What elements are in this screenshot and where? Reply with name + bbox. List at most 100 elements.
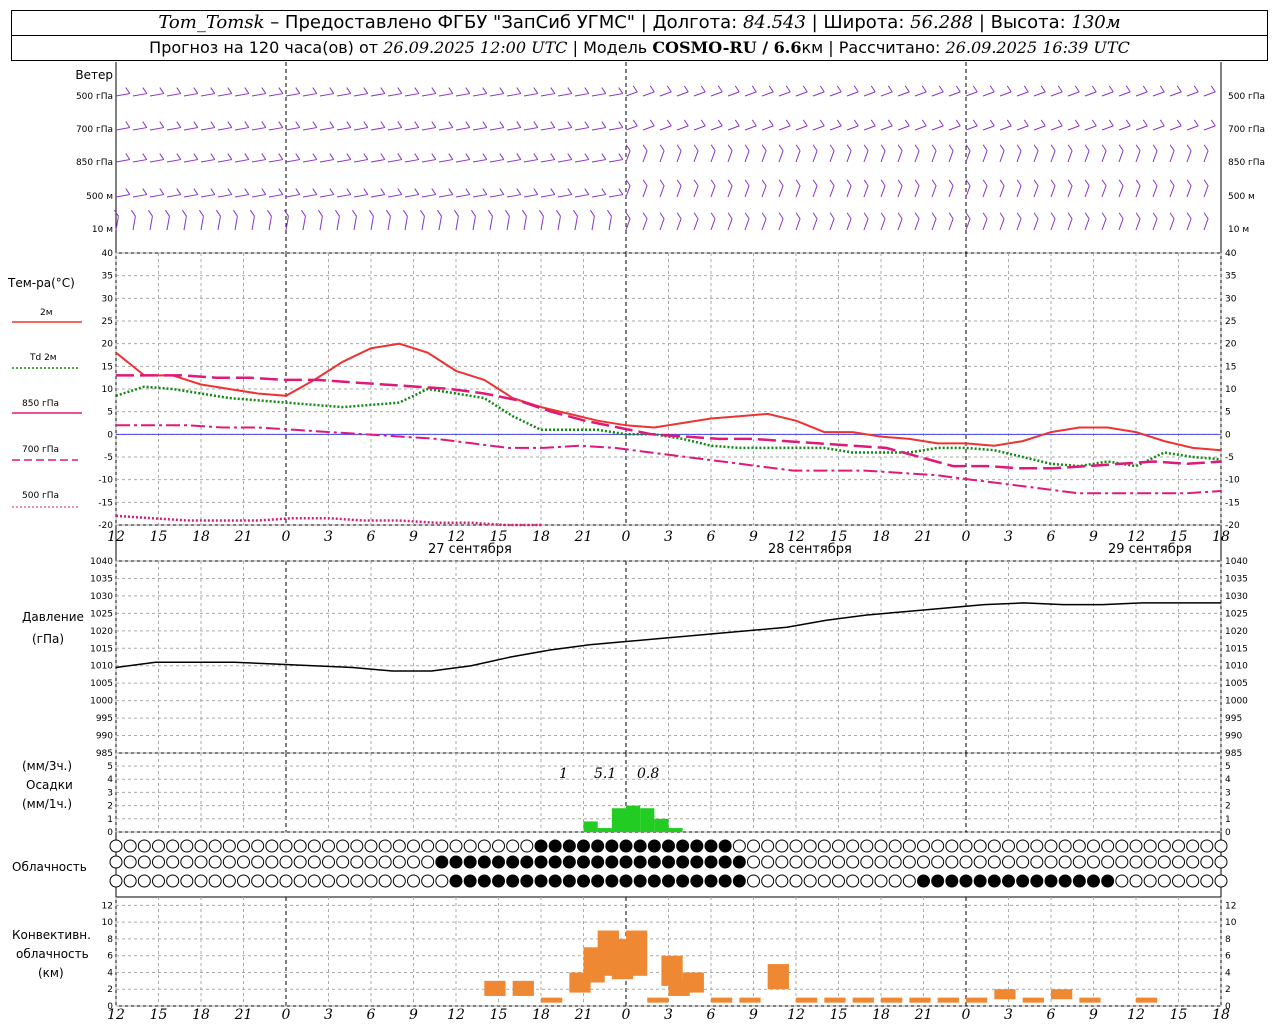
wind-barb	[931, 125, 944, 131]
wind-barb	[574, 93, 589, 97]
wind-barb	[1016, 185, 1022, 198]
cloud-cover-symbol	[562, 855, 576, 869]
cloud-cover-symbol	[817, 874, 831, 888]
wind-barb	[710, 185, 716, 198]
pressure-tick-right: 1000	[1225, 697, 1248, 707]
wind-barb	[1135, 185, 1141, 198]
wind-barb	[1169, 125, 1182, 131]
x-tick-label: 6	[367, 529, 376, 545]
cloud-cover-symbol	[803, 839, 817, 853]
cloud-cover-symbol	[775, 855, 789, 869]
wind-barb	[455, 93, 470, 97]
wind-barb-feather	[897, 144, 903, 152]
wind-barb	[948, 185, 954, 198]
wind-barb-feather	[244, 188, 250, 195]
wind-barb	[795, 91, 808, 97]
wind-barb-feather	[567, 87, 573, 94]
wind-barb-feather	[471, 209, 476, 217]
precip-tick-left: 1	[107, 815, 113, 825]
conv-tick-left: 12	[102, 901, 113, 911]
temp-tick-right: 40	[1225, 249, 1237, 259]
wind-barb	[268, 127, 283, 131]
wind-barb-feather	[482, 188, 488, 195]
pressure-tick-left: 985	[96, 749, 113, 759]
precip-tick-right: 2	[1225, 802, 1231, 812]
wind-barb-feather	[618, 188, 624, 195]
temp-tick-left: 10	[102, 385, 114, 395]
cloud-cover-symbol	[747, 839, 760, 853]
wind-barb	[217, 127, 232, 131]
wind-barb-feather	[1033, 144, 1039, 152]
wind-barb	[676, 185, 682, 198]
cloud-cover-symbol	[194, 855, 208, 869]
cloud-cover-symbol	[463, 874, 477, 888]
wind-barb	[540, 93, 555, 97]
wind-barb-feather	[380, 87, 386, 94]
wind-barb-feather	[683, 119, 689, 127]
wind-barb-feather	[734, 119, 740, 127]
wind-barb-feather	[1091, 119, 1097, 127]
cloud-cover-symbol	[293, 874, 307, 888]
cloud-cover-symbol	[761, 855, 775, 869]
precip-bar	[654, 818, 669, 832]
wind-barb-feather	[642, 212, 648, 220]
wind-barb	[812, 125, 825, 131]
wind-barb-feather	[403, 209, 408, 217]
meteogram: -20 -20-15 -15-10 -10-5 -50 05 510 1015 1520 2025…	[7, 62, 1265, 1023]
cloud-cover-symbol	[180, 874, 194, 888]
conv-tick-left: 4	[107, 968, 113, 978]
temp-tick-left: 40	[102, 249, 114, 259]
pressure-tick-right: 990	[1225, 732, 1242, 742]
wind-barb	[1152, 125, 1165, 131]
wind-barb-feather	[125, 87, 131, 94]
wind-barb-feather	[938, 119, 944, 127]
wind-barb	[489, 93, 504, 97]
temp-tick-left: -10	[98, 476, 113, 486]
pressure-title: Давление	[22, 610, 84, 624]
wind-barb-feather	[921, 85, 927, 93]
wind-barb-feather	[761, 179, 767, 187]
wind-barb-feather	[1203, 179, 1209, 187]
x-tick-label: 9	[749, 1007, 758, 1023]
wind-barb	[1203, 185, 1209, 198]
conv-bar	[1136, 997, 1158, 1003]
wind-barb	[336, 159, 351, 163]
cloud-cover-symbol	[350, 874, 364, 888]
wind-barb	[217, 194, 232, 198]
wind-barb-feather	[142, 87, 148, 94]
temp-tick-right: 35	[1225, 272, 1236, 282]
wind-barb	[642, 185, 648, 198]
cloud-cover-symbol	[435, 839, 449, 853]
wind-barb	[931, 91, 944, 97]
wind-barb	[438, 159, 453, 163]
cloud-cover-symbol	[1016, 874, 1030, 888]
wind-barb-feather	[1125, 85, 1131, 93]
cloud-cover-symbol	[591, 874, 605, 888]
wind-barb	[744, 91, 757, 97]
cloud-cover-symbol	[449, 855, 463, 869]
wind-barb-feather	[1108, 119, 1114, 127]
wind-barb-feather	[556, 209, 561, 217]
wind-barb-feather	[312, 188, 318, 195]
wind-barb-feather	[499, 87, 505, 94]
wind-barb	[472, 93, 487, 97]
wind-barb	[727, 150, 733, 163]
wind-barb-feather	[414, 87, 420, 94]
wind-barb	[149, 127, 164, 131]
x-tick-label: 12	[107, 1007, 125, 1023]
wind-barb	[659, 125, 672, 131]
wind-barb	[1050, 218, 1056, 231]
wind-barb-feather	[870, 119, 876, 127]
wind-barb	[1203, 91, 1216, 97]
wind-barb-feather	[590, 209, 595, 217]
wind-barb-feather	[982, 179, 988, 187]
wind-barb-feather	[244, 87, 250, 94]
wind-barb-feather	[301, 209, 306, 217]
x-tick-label: 9	[409, 529, 418, 545]
cloud-cover-symbol	[279, 874, 293, 888]
wind-barb	[897, 218, 903, 231]
wind-barb	[285, 127, 300, 131]
cloud-cover-symbol	[1129, 855, 1143, 869]
wind-barb-feather	[625, 179, 631, 187]
wind-barb-feather	[329, 188, 335, 195]
